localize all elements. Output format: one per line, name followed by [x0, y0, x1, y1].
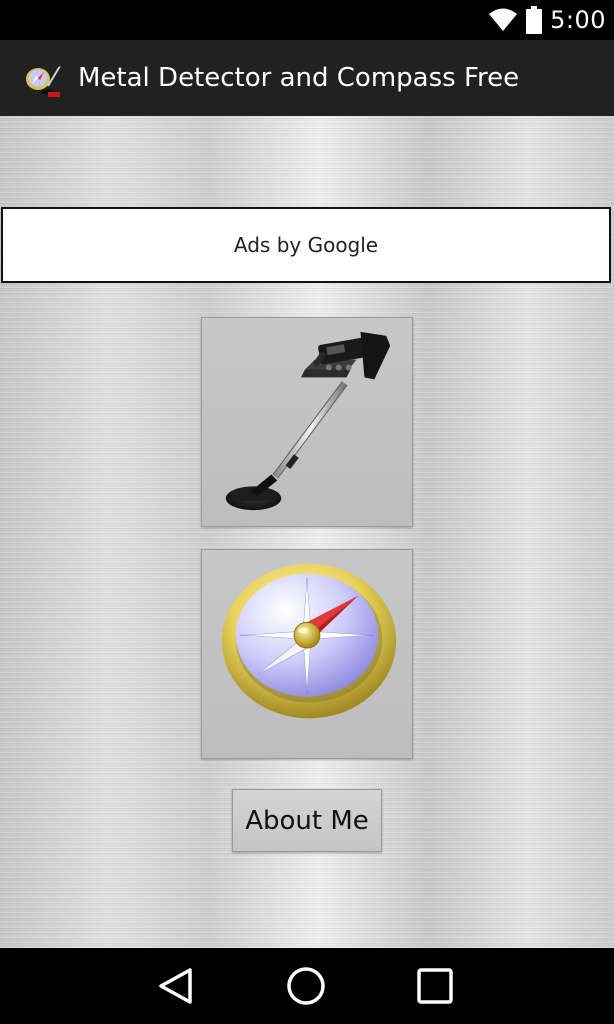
ad-banner[interactable]: Ads by Google [1, 207, 611, 283]
compass-icon [221, 563, 397, 719]
battery-icon [526, 6, 543, 34]
app-icon [26, 58, 66, 97]
navigation-bar [0, 948, 614, 1024]
status-bar: 5:00 [0, 0, 614, 40]
compass-button[interactable] [201, 549, 413, 759]
main-content: Ads by Google About Me [0, 116, 614, 948]
wifi-icon [489, 8, 518, 31]
home-icon[interactable] [286, 966, 326, 1006]
back-icon[interactable] [157, 966, 197, 1006]
app-bar: Metal Detector and Compass Free [0, 40, 614, 116]
metal-detector-button[interactable] [201, 317, 413, 527]
status-icons: 5:00 [488, 0, 606, 40]
ad-banner-text: Ads by Google [233, 233, 379, 257]
status-time: 5:00 [550, 6, 606, 34]
recents-icon[interactable] [415, 966, 455, 1006]
about-me-label: About Me [245, 805, 369, 836]
metal-detector-icon [225, 331, 391, 511]
about-me-button[interactable]: About Me [232, 789, 382, 852]
app-title: Metal Detector and Compass Free [78, 63, 520, 93]
